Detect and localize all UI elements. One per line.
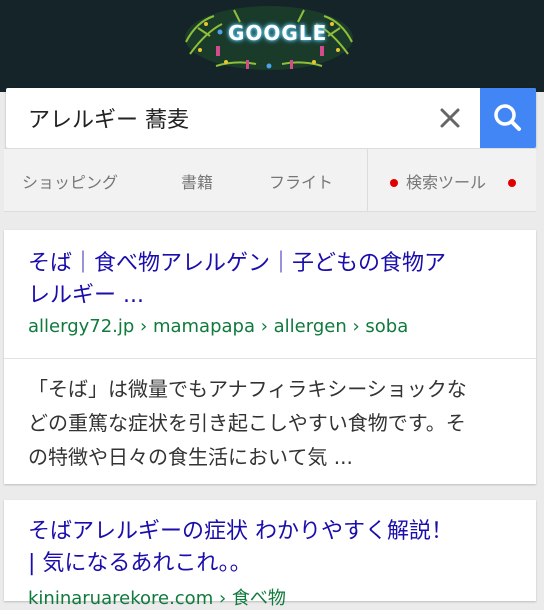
- tab-books[interactable]: 書籍: [181, 169, 213, 193]
- tab-flights[interactable]: フライト: [269, 169, 333, 193]
- search-button[interactable]: [480, 88, 536, 148]
- result-title-continued[interactable]: | 気になるあれこれ。。: [28, 548, 252, 580]
- tools-dot-left: [390, 179, 398, 187]
- search-input[interactable]: アレルギー 蕎麦: [28, 102, 189, 134]
- result-snippet-line: 「そば」は微量でもアナフィラキシーショックな: [28, 377, 467, 401]
- result-card: そば｜食べ物アレルゲン｜子どもの食物ア レルギー ... allergy72.j…: [4, 230, 536, 484]
- result-url: allergy72.jp › mamapapa › allergen › sob…: [28, 316, 409, 337]
- result-url: kininaruarekore.com › 食べ物: [28, 588, 286, 609]
- doodle-wordmark: GOOGLE: [228, 21, 328, 45]
- clear-button[interactable]: [434, 102, 466, 134]
- tools-dot-right: [508, 179, 516, 187]
- close-icon: [440, 108, 460, 128]
- result-snippet-line: の特徴や日々の食生活において気 ...: [28, 445, 353, 469]
- search-icon: [494, 104, 521, 131]
- tab-search-tools[interactable]: 検索ツール: [406, 169, 486, 193]
- result-title-continued[interactable]: レルギー ...: [28, 280, 144, 312]
- result-title[interactable]: そば｜食べ物アレルゲン｜子どもの食物ア: [28, 248, 446, 280]
- search-tabs: ショッピング 書籍 フライト 検索ツール: [4, 148, 536, 212]
- app-header: GOOGLE: [0, 0, 544, 92]
- tab-shopping[interactable]: ショッピング: [22, 169, 118, 193]
- result-title[interactable]: そばアレルギーの症状 わかりやすく解説！: [28, 516, 453, 548]
- search-bar: アレルギー 蕎麦: [6, 88, 536, 148]
- result-divider: [4, 358, 536, 359]
- result-snippet-line: どの重篤な症状を引き起こしやすい食物です。そ: [28, 411, 466, 435]
- tab-divider: [367, 149, 368, 211]
- result-card: そばアレルギーの症状 わかりやすく解説！ | 気になるあれこれ。。 kinina…: [4, 500, 536, 609]
